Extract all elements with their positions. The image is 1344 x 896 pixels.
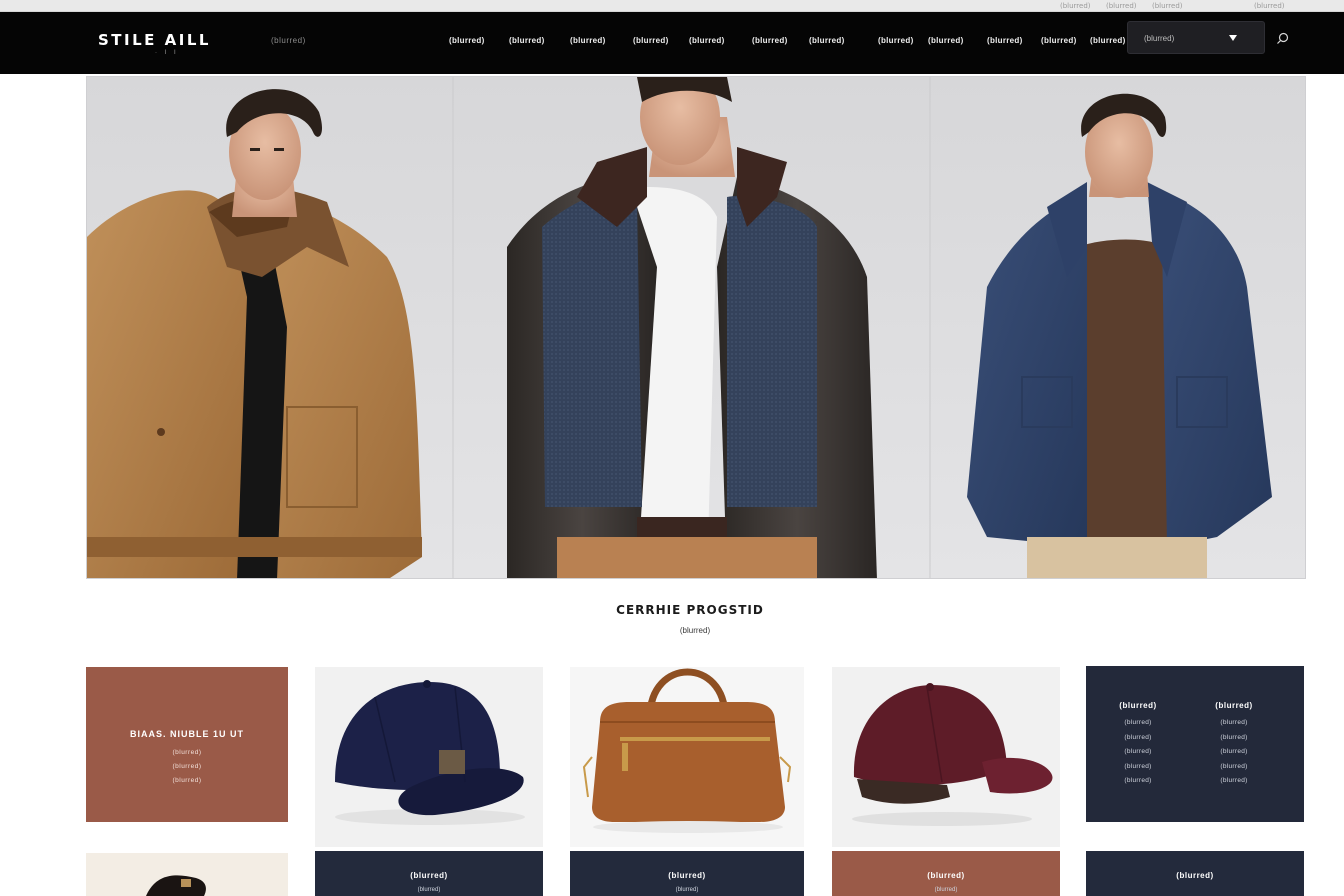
product-card-burgundy-cap[interactable] <box>832 667 1060 847</box>
hero-image <box>87 77 1305 578</box>
menu-item[interactable]: (blurred) <box>987 36 1023 45</box>
footer-link[interactable]: (blurred) <box>1088 719 1188 726</box>
browser-label[interactable]: (blurred) <box>1106 2 1137 10</box>
promo-line: (blurred) <box>172 763 202 770</box>
product-subtext: (blurred) <box>934 887 958 893</box>
links-column-2: (blurred) (blurred) (blurred) (blurred) … <box>1184 701 1284 792</box>
product-subtext: (blurred) <box>417 887 441 893</box>
promo-title: BIAAS. NIUBLE 1U UT <box>129 729 244 739</box>
product-card-leather-bag[interactable] <box>570 667 804 847</box>
browser-label[interactable]: (blurred) <box>1152 2 1183 10</box>
logo-subtext: · I I <box>155 50 179 56</box>
menu-item[interactable]: (blurred) <box>1041 36 1077 45</box>
site-logo[interactable]: STILE AILL <box>98 31 211 49</box>
chevron-down-icon <box>1229 35 1237 41</box>
footer-link[interactable]: (blurred) <box>1184 734 1284 741</box>
page: (blurred) (blurred) (blurred) (blurred) … <box>0 0 1344 896</box>
promo-line: (blurred) <box>172 777 202 784</box>
category-select[interactable]: (blurred) <box>1127 21 1265 54</box>
browser-label[interactable]: (blurred) <box>1254 2 1285 10</box>
main-menu: (blurred) (blurred) (blurred) (blurred) … <box>449 36 1125 48</box>
search-icon[interactable] <box>1276 32 1289 45</box>
footer-link[interactable]: (blurred) <box>1088 748 1188 755</box>
links-card: (blurred) (blurred) (blurred) (blurred) … <box>1086 666 1304 822</box>
footer-link[interactable]: (blurred) <box>1184 748 1284 755</box>
navy-cap-image <box>335 680 525 825</box>
top-navigation-bar: STILE AILL · I I (blurred) (blurred) (bl… <box>0 12 1344 74</box>
burgundy-cap-image <box>852 683 1053 826</box>
menu-item[interactable]: (blurred) <box>509 36 545 45</box>
menu-item[interactable]: (blurred) <box>878 36 914 45</box>
product-label-band[interactable]: (blurred) (blurred) <box>315 851 543 896</box>
featured-section-description: (blurred) <box>679 626 711 635</box>
links-band-title: (blurred) <box>1176 871 1214 880</box>
site-tagline: (blurred) <box>271 36 306 45</box>
product-subtext: (blurred) <box>675 887 699 893</box>
menu-item[interactable]: (blurred) <box>570 36 606 45</box>
footer-link[interactable]: (blurred) <box>1088 734 1188 741</box>
footer-link[interactable]: (blurred) <box>1184 763 1284 770</box>
product-card-belt[interactable] <box>86 853 288 896</box>
links-column-1: (blurred) (blurred) (blurred) (blurred) … <box>1088 701 1188 792</box>
belt-image <box>146 875 206 896</box>
product-name: (blurred) <box>410 871 448 880</box>
product-label-band[interactable]: (blurred) (blurred) <box>832 851 1060 896</box>
promo-card[interactable]: BIAAS. NIUBLE 1U UT (blurred) (blurred) … <box>86 667 288 822</box>
browser-label[interactable]: (blurred) <box>1060 2 1091 10</box>
footer-link[interactable]: (blurred) <box>1184 777 1284 784</box>
menu-item[interactable]: (blurred) <box>449 36 485 45</box>
links-card-band[interactable]: (blurred) <box>1086 851 1304 896</box>
product-name: (blurred) <box>927 871 965 880</box>
product-name: (blurred) <box>668 871 706 880</box>
browser-top-strip: (blurred) (blurred) (blurred) (blurred) <box>0 0 1344 12</box>
footer-link[interactable]: (blurred) <box>1088 777 1188 784</box>
hero-banner[interactable] <box>86 76 1306 579</box>
menu-item[interactable]: (blurred) <box>689 36 725 45</box>
featured-section-title: CERRHIE PROGSTID <box>616 603 764 617</box>
menu-item[interactable]: (blurred) <box>752 36 788 45</box>
leather-bag-image <box>582 668 792 833</box>
category-select-value: (blurred) <box>1144 34 1175 43</box>
menu-item[interactable]: (blurred) <box>633 36 669 45</box>
menu-item[interactable]: (blurred) <box>928 36 964 45</box>
footer-link[interactable]: (blurred) <box>1088 763 1188 770</box>
promo-line: (blurred) <box>172 749 202 756</box>
footer-link[interactable]: (blurred) <box>1184 719 1284 726</box>
menu-item[interactable]: (blurred) <box>1090 36 1126 45</box>
links-column-heading: (blurred) <box>1215 701 1253 710</box>
product-label-band[interactable]: (blurred) (blurred) <box>570 851 804 896</box>
links-column-heading: (blurred) <box>1119 701 1157 710</box>
menu-item[interactable]: (blurred) <box>809 36 845 45</box>
product-card-navy-cap[interactable] <box>315 667 543 847</box>
